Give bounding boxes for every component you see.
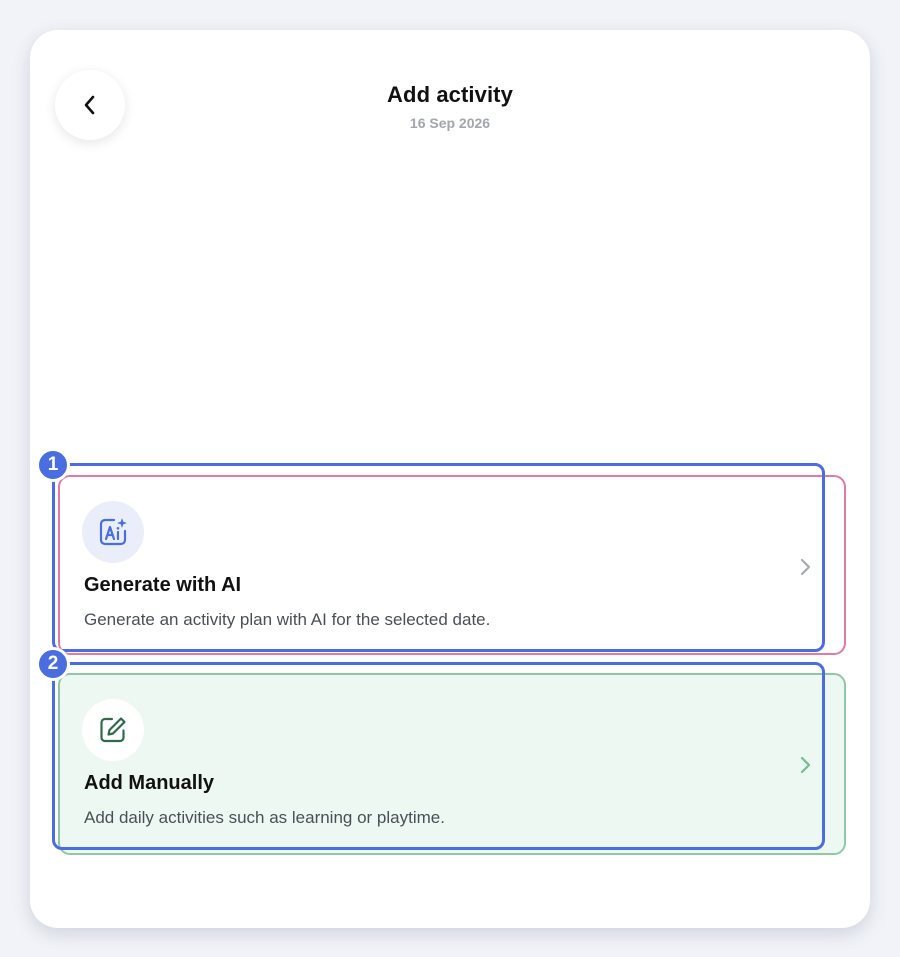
card-description: Generate an activity plan with AI for th…	[84, 610, 491, 629]
page-date: 16 Sep 2026	[409, 115, 491, 131]
edit-icon	[100, 717, 126, 743]
card-title: Add Manually	[84, 772, 215, 794]
annotation-badge-2: 2	[36, 647, 70, 681]
chevron-right-icon	[800, 756, 811, 774]
page-title: Add activity	[387, 82, 513, 107]
card-description: Add daily activities such as learning or…	[84, 808, 445, 827]
chevron-right-icon	[800, 558, 811, 576]
card-title: Generate with AI	[84, 574, 242, 596]
annotation-badge-1: 1	[36, 448, 70, 482]
add-manually-card[interactable]: Add Manually Add daily activities such a…	[58, 673, 846, 855]
ai-sparkle-icon	[99, 518, 127, 546]
ai-icon-circle	[82, 501, 144, 563]
header: Add activity 16 Sep 2026	[30, 82, 870, 131]
generate-with-ai-card[interactable]: Generate with AI Generate an activity pl…	[58, 475, 846, 655]
edit-icon-circle	[82, 699, 144, 761]
